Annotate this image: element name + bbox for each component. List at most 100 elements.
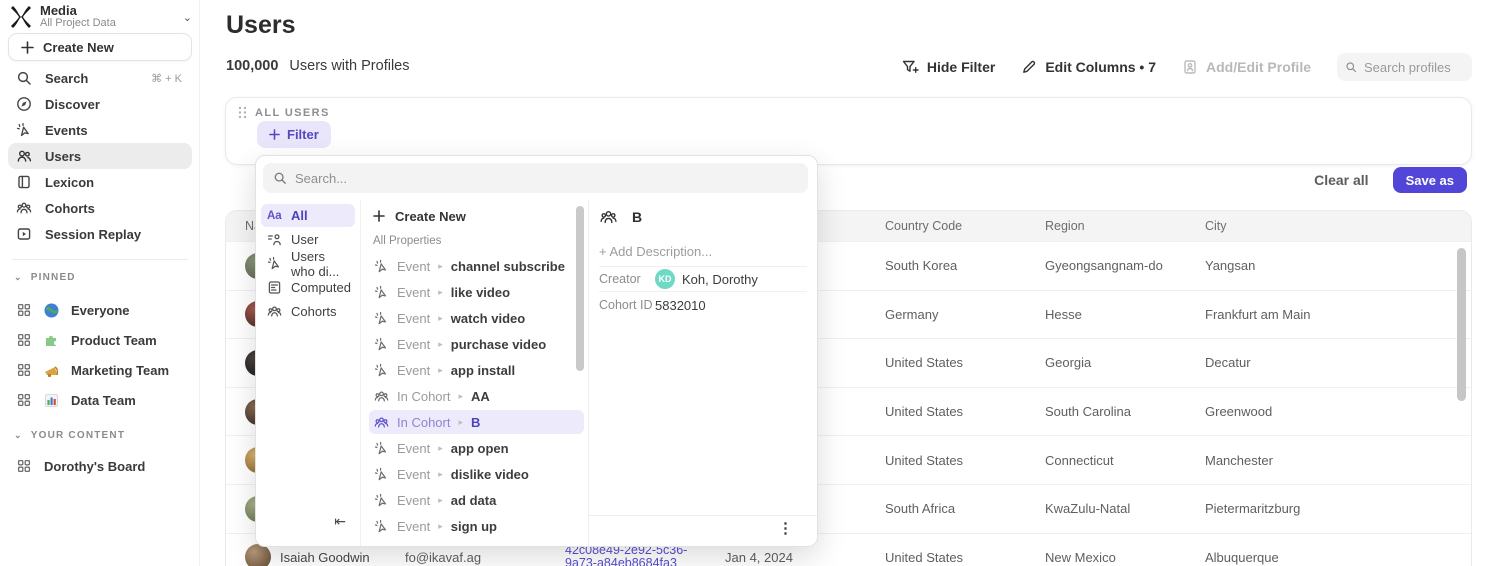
dropdown-scrollbar[interactable] bbox=[576, 206, 584, 371]
creator-row: Creator KD Koh, Dorothy bbox=[599, 269, 807, 289]
event-spark-icon bbox=[374, 337, 389, 352]
edit-columns-button[interactable]: Edit Columns • 7 bbox=[1021, 59, 1156, 75]
sidebar-item-discover[interactable]: Discover bbox=[8, 91, 192, 117]
cell-country: South Africa bbox=[885, 501, 1045, 516]
sidebar-item-users[interactable]: Users bbox=[8, 143, 192, 169]
sidebar-item-label: Session Replay bbox=[45, 227, 141, 242]
property-item-purchase-video[interactable]: Event▸purchase video bbox=[369, 332, 584, 356]
filter-button-label: Filter bbox=[287, 127, 319, 142]
funnel-plus-icon bbox=[902, 59, 919, 75]
sidebar: Media All Project Data ⌄ Create New Sear… bbox=[0, 0, 200, 566]
sidebar-board-dorothys-board[interactable]: Dorothy's Board bbox=[8, 452, 192, 480]
hide-filter-label: Hide Filter bbox=[927, 59, 995, 75]
keyboard-shortcut: ⌘ + K bbox=[151, 72, 182, 85]
collapse-panel-icon[interactable]: ⇤ bbox=[334, 513, 346, 530]
category-cohorts[interactable]: Cohorts bbox=[261, 300, 355, 323]
sidebar-item-session-replay[interactable]: Session Replay bbox=[8, 221, 192, 247]
dropdown-category-rail: Aa All User Users who di... Computed bbox=[256, 200, 361, 546]
cohort-icon bbox=[374, 415, 389, 430]
property-item-app-install[interactable]: Event▸app install bbox=[369, 358, 584, 382]
property-item-in-cohort-b[interactable]: In Cohort▸B bbox=[369, 410, 584, 434]
sidebar-item-events[interactable]: Events bbox=[8, 117, 192, 143]
puzzle-icon bbox=[44, 333, 59, 348]
sidebar-board-marketing-team[interactable]: Marketing Team bbox=[8, 356, 192, 384]
category-label: All bbox=[291, 208, 308, 223]
cell-region: Georgia bbox=[1045, 355, 1205, 370]
cell-email: fo@ikavaf.ag bbox=[405, 550, 565, 565]
cell-region: KwaZulu-Natal bbox=[1045, 501, 1205, 516]
header-actions: Hide Filter Edit Columns • 7 Add/Edit Pr… bbox=[902, 52, 1472, 82]
chevron-down-icon: ⌄ bbox=[183, 11, 192, 24]
add-filter-button[interactable]: Filter bbox=[257, 121, 331, 148]
pinned-section-header[interactable]: ⌄ PINNED bbox=[14, 272, 76, 283]
sidebar-board-data-team[interactable]: Data Team bbox=[8, 386, 192, 414]
drag-handle-icon[interactable] bbox=[238, 106, 247, 119]
column-header-country-code[interactable]: Country Code bbox=[885, 219, 1045, 233]
clear-all-button[interactable]: Clear all bbox=[1314, 172, 1368, 188]
property-item-channel-subscribe[interactable]: Event▸channel subscribe bbox=[369, 254, 584, 278]
more-options-icon[interactable]: ⋮ bbox=[778, 519, 793, 537]
megaphone-icon bbox=[44, 363, 59, 378]
dropdown-property-list: Create New All Properties Event▸channel … bbox=[361, 200, 589, 546]
add-description-button[interactable]: + Add Description... bbox=[599, 244, 712, 259]
cohort-icon bbox=[374, 389, 389, 404]
computed-icon bbox=[267, 280, 282, 295]
hide-filter-button[interactable]: Hide Filter bbox=[902, 59, 995, 75]
property-item-ad-data[interactable]: Event▸ad data bbox=[369, 488, 584, 512]
sidebar-board-product-team[interactable]: Product Team bbox=[8, 326, 192, 354]
sidebar-item-lexicon[interactable]: Lexicon bbox=[8, 169, 192, 195]
cell-region: New Mexico bbox=[1045, 550, 1205, 565]
bar-chart-icon bbox=[44, 393, 59, 408]
property-item-like-video[interactable]: Event▸like video bbox=[369, 280, 584, 304]
profiles-search-input[interactable] bbox=[1364, 60, 1464, 75]
category-all[interactable]: Aa All bbox=[261, 204, 355, 227]
cell-country: South Korea bbox=[885, 258, 1045, 273]
cell-region: Gyeongsangnam-do bbox=[1045, 258, 1205, 273]
property-item-sign-up[interactable]: Event▸sign up bbox=[369, 514, 584, 538]
profiles-search-box[interactable] bbox=[1337, 53, 1472, 81]
cell-country: United States bbox=[885, 550, 1045, 565]
edit-columns-label: Edit Columns • 7 bbox=[1045, 59, 1156, 75]
category-computed[interactable]: Computed bbox=[261, 276, 355, 299]
cohort-icon bbox=[16, 200, 32, 216]
cell-distinct-id[interactable]: 42c08e49-2e92-5c36-9a73-a84eb8684fa3 bbox=[565, 544, 693, 566]
cell-name: Isaiah Goodwin bbox=[280, 550, 370, 565]
media-logo-icon bbox=[10, 5, 32, 29]
dropdown-create-new-button[interactable]: Create New bbox=[369, 204, 584, 228]
sidebar-item-cohorts[interactable]: Cohorts bbox=[8, 195, 192, 221]
create-new-label: Create New bbox=[395, 209, 466, 224]
workspace-switcher[interactable]: Media All Project Data ⌄ bbox=[10, 2, 192, 32]
category-users-who-did[interactable]: Users who di... bbox=[261, 252, 355, 275]
save-as-button[interactable]: Save as bbox=[1393, 167, 1467, 193]
users-page: Media All Project Data ⌄ Create New Sear… bbox=[0, 0, 1500, 566]
cell-region: Hesse bbox=[1045, 307, 1205, 322]
section-label: All Properties bbox=[373, 235, 584, 247]
category-label: Users who di... bbox=[291, 249, 349, 279]
column-header-region[interactable]: Region bbox=[1045, 219, 1205, 233]
users-icon bbox=[16, 148, 32, 164]
category-label: Computed bbox=[291, 280, 351, 295]
property-item-app-open[interactable]: Event▸app open bbox=[369, 436, 584, 460]
sidebar-nav: Search ⌘ + K Discover Events Users Lexic… bbox=[8, 65, 192, 247]
add-edit-profile-button[interactable]: Add/Edit Profile bbox=[1182, 59, 1311, 75]
aa-icon: Aa bbox=[267, 210, 282, 222]
event-spark-icon bbox=[16, 122, 32, 138]
sidebar-board-everyone[interactable]: Everyone bbox=[8, 296, 192, 324]
dropdown-search-input[interactable] bbox=[295, 171, 798, 186]
sidebar-item-search[interactable]: Search ⌘ + K bbox=[8, 65, 192, 91]
board-grid-icon bbox=[16, 458, 32, 474]
property-item-watch-video[interactable]: Event▸watch video bbox=[369, 306, 584, 330]
book-icon bbox=[16, 174, 32, 190]
table-scrollbar[interactable] bbox=[1457, 248, 1466, 401]
event-spark-icon bbox=[374, 311, 389, 326]
create-new-button[interactable]: Create New bbox=[8, 33, 192, 61]
sidebar-item-label: Events bbox=[45, 123, 88, 138]
search-icon bbox=[273, 171, 287, 185]
dropdown-search-box[interactable] bbox=[263, 163, 808, 193]
property-item-dislike-video[interactable]: Event▸dislike video bbox=[369, 462, 584, 486]
your-content-section-header[interactable]: ⌄ YOUR CONTENT bbox=[14, 430, 125, 441]
column-header-city[interactable]: City bbox=[1205, 219, 1365, 233]
board-grid-icon bbox=[16, 332, 32, 348]
event-spark-icon bbox=[374, 363, 389, 378]
property-item-in-cohort-aa[interactable]: In Cohort▸AA bbox=[369, 384, 584, 408]
